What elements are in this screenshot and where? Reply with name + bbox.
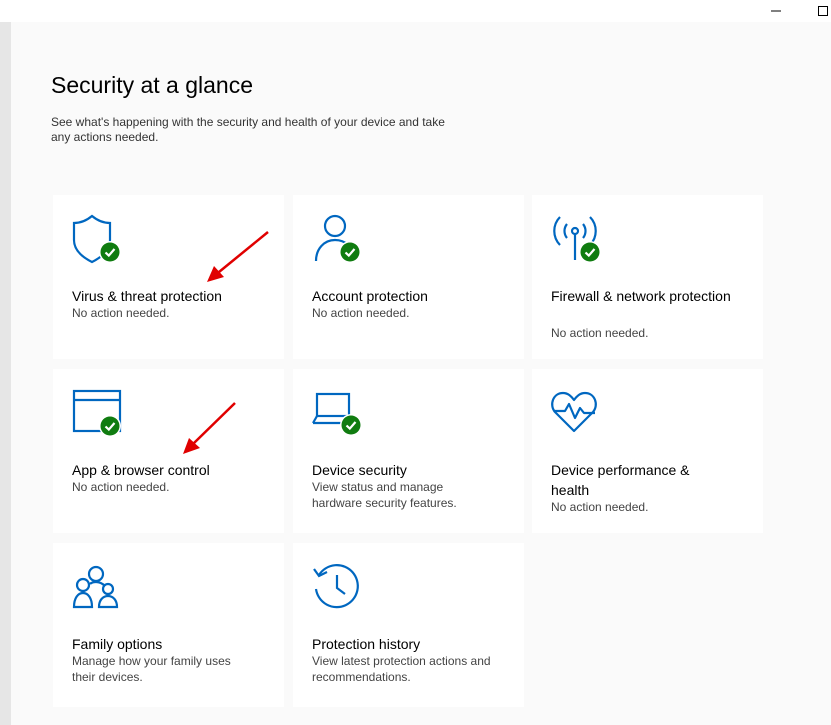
tile-status: View status and manage hardware security… (312, 480, 457, 510)
tile-title: Device security (312, 462, 407, 478)
checkmark-badge-icon (99, 415, 121, 437)
wifi-antenna-icon (550, 213, 602, 265)
tile-status: Manage how your family uses their device… (72, 654, 231, 684)
tile-title: Protection history (312, 636, 421, 652)
tile-status: View latest protection actions and recom… (312, 654, 491, 684)
browser-window-icon (71, 387, 123, 439)
person-icon (311, 213, 363, 265)
maximize-button[interactable] (812, 0, 831, 22)
tile-status: No action needed. (72, 306, 170, 320)
tile-app-browser-control[interactable]: App & browser control No action needed. (53, 369, 284, 533)
checkmark-badge-icon (340, 414, 362, 436)
navigation-sidebar (0, 22, 11, 725)
tile-device-performance-health[interactable]: Device performance & health No action ne… (532, 369, 763, 533)
checkmark-badge-icon (339, 241, 361, 263)
page-description: See what's happening with the security a… (51, 115, 445, 144)
page-title: Security at a glance (51, 72, 254, 98)
tile-status: No action needed. (72, 480, 170, 494)
tile-firewall-network-protection[interactable]: Firewall & network protection No action … (532, 195, 763, 359)
minimize-button[interactable] (765, 0, 787, 22)
tile-status: No action needed. (551, 326, 649, 340)
minimize-icon (771, 6, 781, 16)
tile-family-options[interactable]: Family options Manage how your family us… (53, 543, 284, 707)
tile-title: Device performance & health (551, 462, 690, 498)
tile-title: Family options (72, 636, 163, 652)
tile-virus-threat-protection[interactable]: Virus & threat protection No action need… (53, 195, 284, 359)
tile-status: No action needed. (312, 306, 410, 320)
checkmark-badge-icon (99, 241, 121, 263)
tile-account-protection[interactable]: Account protection No action needed. (293, 195, 524, 359)
history-clock-icon (311, 561, 363, 613)
tile-protection-history[interactable]: Protection history View latest protectio… (293, 543, 524, 707)
shield-icon (71, 213, 123, 265)
tile-title: App & browser control (72, 462, 210, 478)
tile-title: Virus & threat protection (72, 288, 222, 304)
tile-device-security[interactable]: Device security View status and manage h… (293, 369, 524, 533)
title-bar (0, 0, 831, 22)
main-content: Security at a glance See what's happenin… (11, 22, 831, 725)
family-icon (71, 561, 123, 613)
maximize-icon (818, 6, 828, 16)
checkmark-badge-icon (579, 241, 601, 263)
heart-pulse-icon (550, 387, 602, 439)
tile-title: Account protection (312, 288, 428, 304)
laptop-icon (311, 387, 363, 439)
tile-status: No action needed. (551, 500, 649, 514)
tile-title: Firewall & network protection (551, 288, 731, 304)
